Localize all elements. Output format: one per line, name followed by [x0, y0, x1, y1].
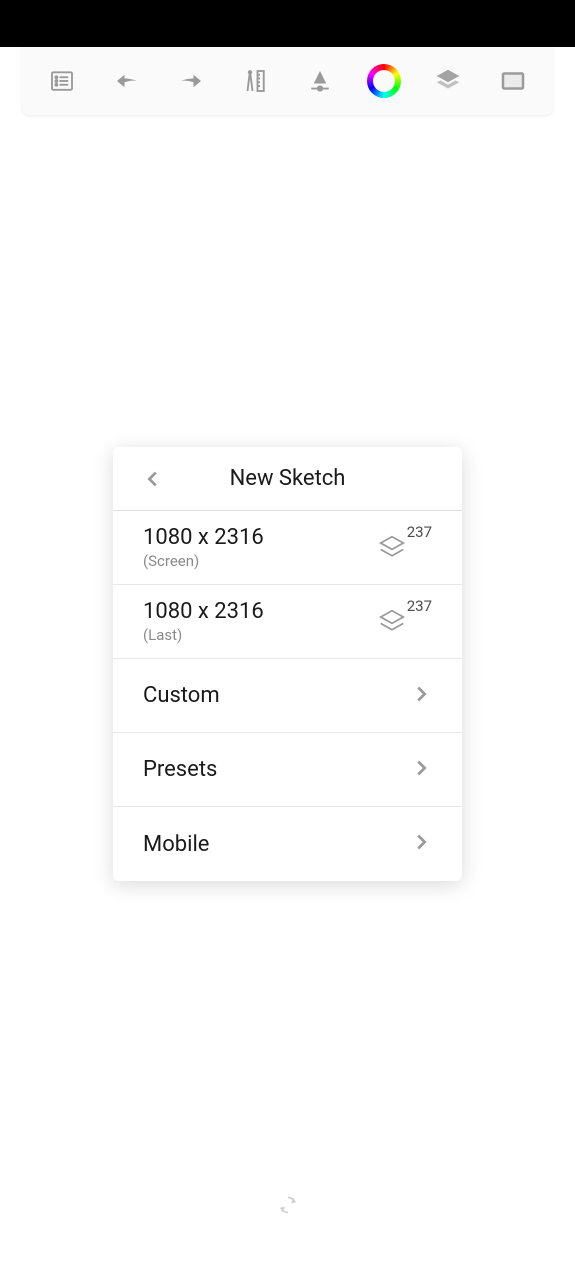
badge-count: 237: [407, 597, 432, 615]
item-primary: 1080 x 2316: [143, 599, 264, 624]
layers-icon: [375, 605, 409, 639]
size-option-screen[interactable]: 1080 x 2316 (Screen) 237: [113, 511, 462, 585]
back-button[interactable]: [141, 467, 165, 491]
presets-option[interactable]: Presets: [113, 733, 462, 807]
chevron-right-icon: [410, 831, 432, 857]
custom-option[interactable]: Custom: [113, 659, 462, 733]
layers-icon: [375, 531, 409, 565]
loading-indicator-icon: [278, 1195, 298, 1215]
item-text: 1080 x 2316 (Last): [143, 599, 264, 644]
tools-icon[interactable]: [237, 63, 273, 99]
item-primary: Custom: [143, 683, 220, 708]
layers-icon[interactable]: [430, 63, 466, 99]
mobile-option[interactable]: Mobile: [113, 807, 462, 881]
item-primary: Presets: [143, 757, 217, 782]
color-picker-icon[interactable]: [366, 63, 402, 99]
fullscreen-icon[interactable]: [495, 63, 531, 99]
chevron-right-icon: [410, 683, 432, 709]
redo-icon[interactable]: [173, 63, 209, 99]
item-text: 1080 x 2316 (Screen): [143, 525, 264, 570]
chevron-right-icon: [410, 757, 432, 783]
layers-badge: 237: [375, 605, 432, 639]
dialog-title: New Sketch: [113, 466, 462, 491]
item-primary: 1080 x 2316: [143, 525, 264, 550]
item-secondary: (Last): [143, 626, 264, 644]
brush-size-icon[interactable]: [302, 63, 338, 99]
badge-count: 237: [407, 523, 432, 541]
status-bar: [0, 0, 575, 47]
dialog-list: 1080 x 2316 (Screen) 237 1080 x 2316 (La…: [113, 511, 462, 881]
dialog-header: New Sketch: [113, 447, 462, 511]
top-toolbar: [22, 47, 553, 115]
item-secondary: (Screen): [143, 552, 264, 570]
layers-badge: 237: [375, 531, 432, 565]
menu-icon[interactable]: [44, 63, 80, 99]
size-option-last[interactable]: 1080 x 2316 (Last) 237: [113, 585, 462, 659]
undo-icon[interactable]: [109, 63, 145, 99]
item-primary: Mobile: [143, 832, 209, 857]
new-sketch-dialog: New Sketch 1080 x 2316 (Screen) 237 1080…: [113, 447, 462, 881]
